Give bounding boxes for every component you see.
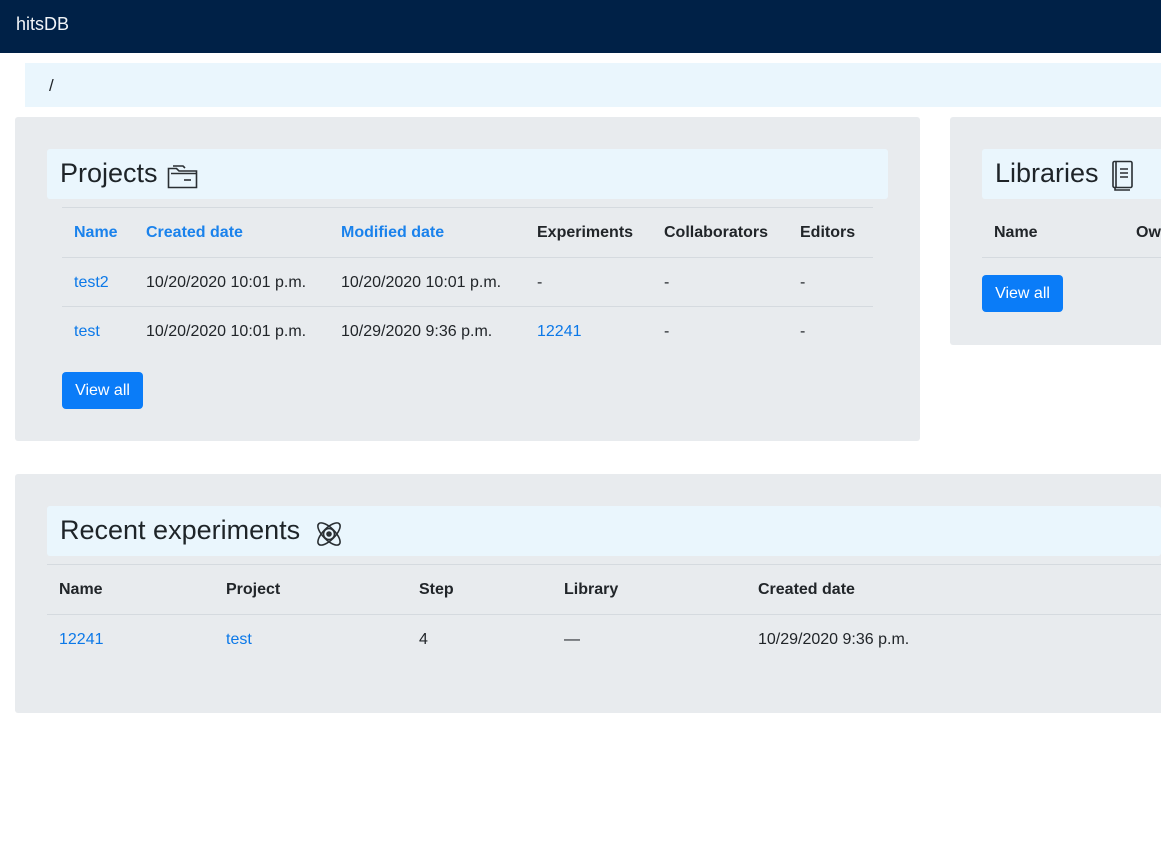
projects-header-divider xyxy=(62,257,873,258)
libraries-header-name: Name xyxy=(994,224,1038,241)
project-experiments: - xyxy=(537,274,543,291)
project-name-link[interactable]: test xyxy=(74,323,100,341)
projects-title-bar: Projects xyxy=(47,149,888,199)
projects-header-created[interactable]: Created date xyxy=(146,224,243,242)
libraries-header-divider xyxy=(982,257,1161,258)
project-editors: - xyxy=(800,274,806,291)
projects-title: Projects xyxy=(60,158,158,188)
project-collaborators: - xyxy=(664,323,670,340)
experiment-created: 10/29/2020 9:36 p.m. xyxy=(758,631,910,648)
experiments-panel: Recent experiments Name Project Step Lib… xyxy=(15,474,1161,713)
libraries-title: Libraries xyxy=(995,158,1099,188)
table-row-divider xyxy=(62,306,873,307)
projects-header-name[interactable]: Name xyxy=(74,224,118,242)
project-collaborators: - xyxy=(664,274,670,291)
atom-icon xyxy=(317,522,341,546)
experiments-header-created: Created date xyxy=(758,581,855,598)
experiments-header-project: Project xyxy=(226,581,281,598)
experiments-header-divider xyxy=(47,614,1161,615)
project-created: 10/20/2020 10:01 p.m. xyxy=(146,274,307,291)
project-name-link[interactable]: test2 xyxy=(74,274,109,292)
project-editors: - xyxy=(800,323,806,340)
experiments-title-bar: Recent experiments xyxy=(47,506,1161,556)
breadcrumb-root[interactable]: / xyxy=(49,76,54,96)
book-icon xyxy=(1112,160,1133,191)
experiments-title: Recent experiments xyxy=(60,515,301,545)
experiments-header-divider xyxy=(47,564,1161,565)
navbar: hitsDB xyxy=(0,0,1161,53)
project-created: 10/20/2020 10:01 p.m. xyxy=(146,323,307,340)
projects-panel: Projects Name Created date Modified date… xyxy=(15,117,920,441)
experiment-project-link[interactable]: test xyxy=(226,631,252,649)
breadcrumb: / xyxy=(25,63,1161,107)
projects-header-editors: Editors xyxy=(800,224,856,241)
project-modified: 10/29/2020 9:36 p.m. xyxy=(341,323,493,340)
experiments-header-step: Step xyxy=(419,581,454,598)
projects-header-divider xyxy=(62,207,873,208)
experiment-name-link[interactable]: 12241 xyxy=(59,631,104,649)
project-modified: 10/20/2020 10:01 p.m. xyxy=(341,274,502,291)
experiments-header-library: Library xyxy=(564,581,619,598)
projects-header-modified[interactable]: Modified date xyxy=(341,224,444,242)
experiment-library: — xyxy=(564,631,580,648)
libraries-panel: Libraries Name Ow View all xyxy=(950,117,1161,345)
experiments-header-name: Name xyxy=(59,581,103,598)
brand-link[interactable]: hitsDB xyxy=(16,14,69,35)
projects-header-experiments: Experiments xyxy=(537,224,634,241)
libraries-header-owner: Ow xyxy=(1136,224,1161,241)
libraries-title-bar: Libraries xyxy=(982,149,1161,199)
folder-icon xyxy=(167,165,198,189)
projects-view-all-button[interactable]: View all xyxy=(62,372,143,409)
project-experiment-link[interactable]: 12241 xyxy=(537,323,582,341)
experiment-step: 4 xyxy=(419,631,428,648)
projects-header-collaborators: Collaborators xyxy=(664,224,769,241)
libraries-view-all-button[interactable]: View all xyxy=(982,275,1063,312)
